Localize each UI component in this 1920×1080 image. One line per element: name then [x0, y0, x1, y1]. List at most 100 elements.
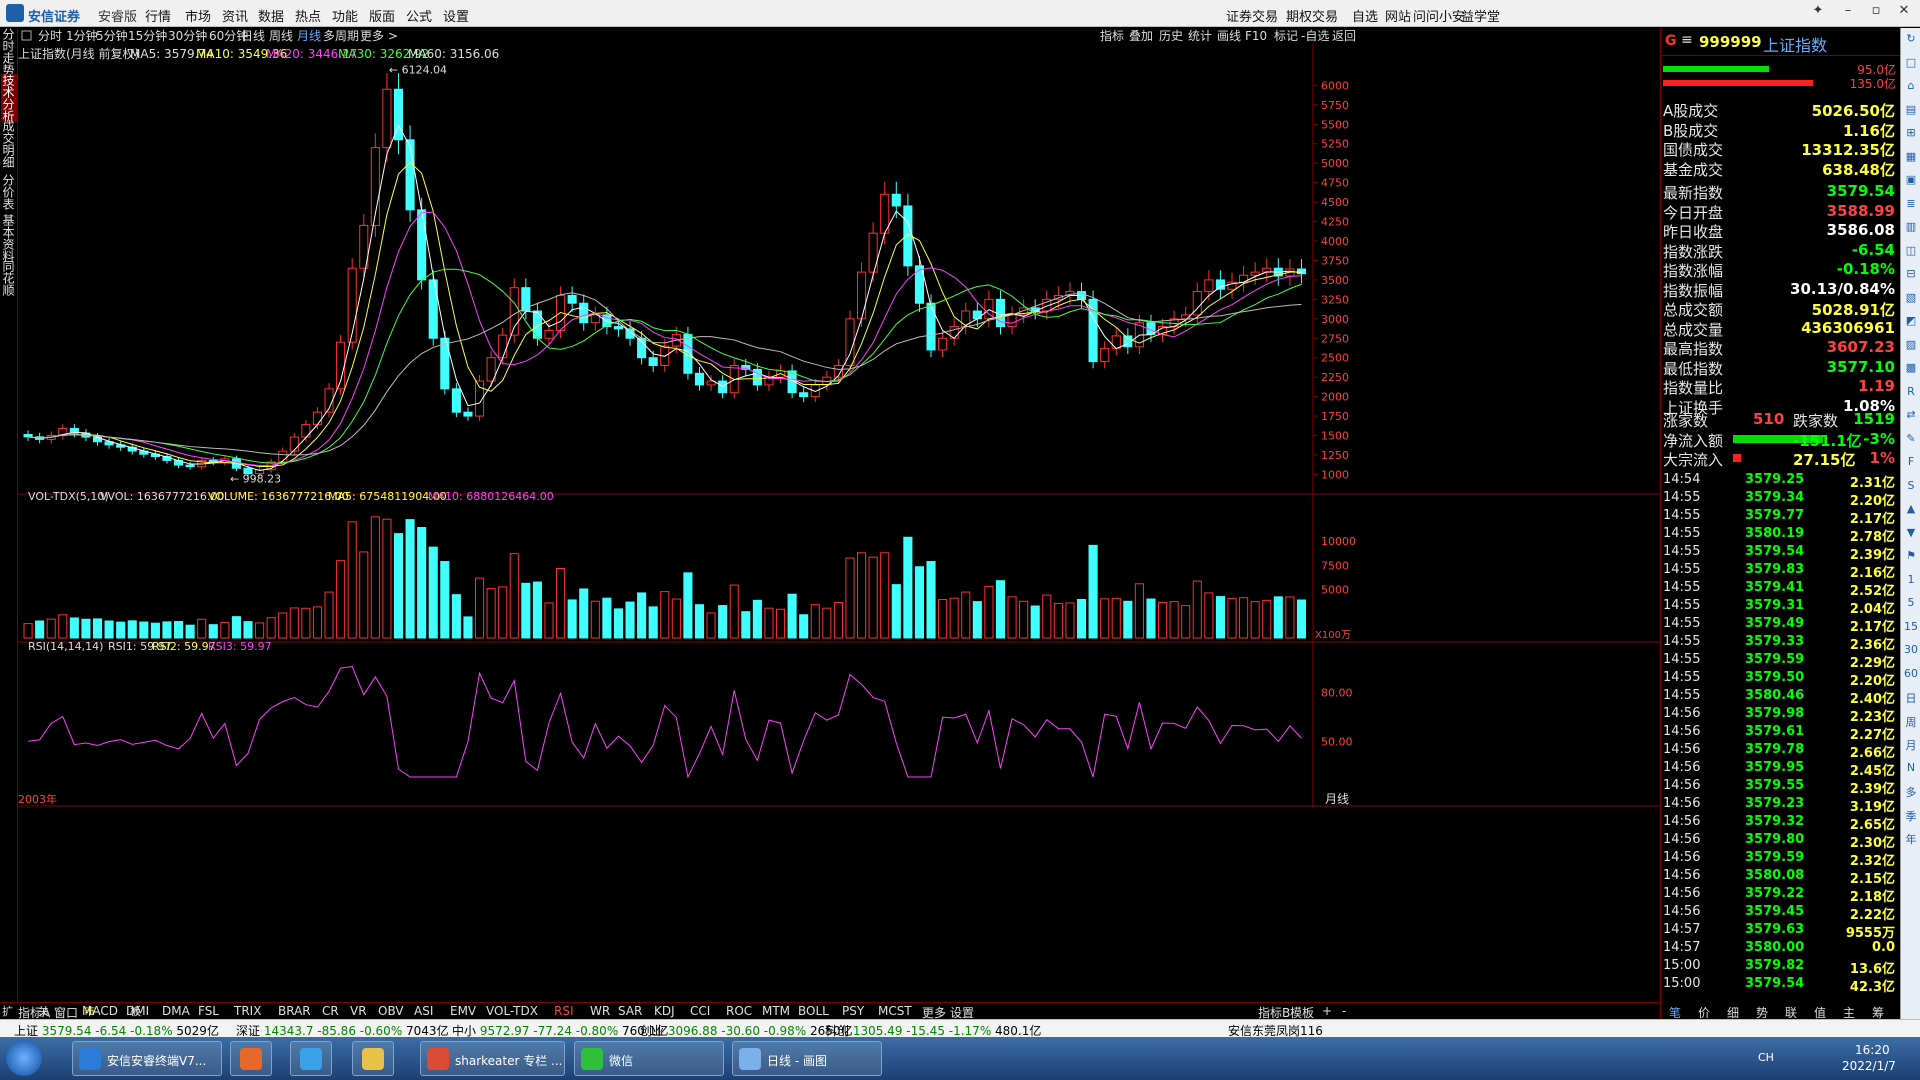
volume-bar[interactable]: [833, 602, 843, 639]
volume-bar[interactable]: [810, 604, 820, 639]
taskbar-task[interactable]: sharkeater 专栏 ...: [420, 1041, 565, 1076]
top-menu-item[interactable]: 热点: [295, 6, 321, 25]
period-tab[interactable]: 日线: [241, 29, 265, 43]
volume-bar[interactable]: [961, 591, 971, 639]
period-tab[interactable]: 周线: [269, 29, 293, 43]
indicator-tab[interactable]: ASI: [414, 1004, 433, 1018]
candle-body[interactable]: [694, 372, 705, 386]
toolstrip-icon[interactable]: ▲: [1903, 502, 1919, 518]
volume-bar[interactable]: [625, 601, 635, 639]
period-tab[interactable]: 更多 >: [360, 29, 398, 43]
indicator-tab[interactable]: VOL-TDX: [486, 1004, 538, 1018]
volume-bar[interactable]: [914, 566, 925, 639]
indicator-tab[interactable]: PSY: [842, 1004, 864, 1018]
candle-body[interactable]: [312, 411, 323, 426]
volume-bar[interactable]: [544, 602, 554, 639]
pin-icon[interactable]: ✦: [1808, 3, 1828, 23]
toolstrip-icon[interactable]: ▨: [1903, 338, 1919, 354]
candle-body[interactable]: [926, 302, 936, 351]
candle-body[interactable]: [1215, 279, 1225, 290]
volume-bar[interactable]: [868, 556, 878, 639]
volume-bar[interactable]: [104, 620, 114, 639]
candle-body[interactable]: [1007, 314, 1017, 328]
volume-bar[interactable]: [1227, 597, 1237, 639]
volume-bar[interactable]: [185, 624, 195, 639]
toolstrip-icon[interactable]: ▩: [1903, 361, 1919, 377]
volume-bar[interactable]: [926, 561, 936, 639]
candle-body[interactable]: [579, 302, 589, 324]
top-menu-item[interactable]: 公式: [406, 6, 432, 25]
volume-bar[interactable]: [1007, 596, 1017, 639]
volume-bar[interactable]: [1088, 544, 1098, 639]
volume-bar[interactable]: [324, 591, 334, 639]
maximize-icon[interactable]: ▫: [1866, 3, 1886, 23]
volume-bar[interactable]: [602, 597, 612, 639]
candle-body[interactable]: [938, 337, 948, 351]
volume-bar[interactable]: [1273, 596, 1283, 639]
volume-bar[interactable]: [127, 620, 137, 639]
toolstrip-icon[interactable]: ✎: [1903, 432, 1919, 448]
volume-bar[interactable]: [243, 621, 253, 639]
chart-tool-button[interactable]: 返回: [1332, 29, 1356, 43]
volume-bar[interactable]: [972, 601, 982, 639]
candle-body[interactable]: [498, 334, 508, 359]
top-right-menu-item[interactable]: 问问小安: [1413, 6, 1465, 25]
volume-bar[interactable]: [1042, 594, 1052, 639]
volume-bar[interactable]: [81, 618, 91, 639]
toolstrip-icon[interactable]: ▧: [1903, 291, 1919, 307]
volume-bar[interactable]: [1100, 598, 1110, 639]
volume-bar[interactable]: [787, 593, 797, 639]
toolstrip-icon[interactable]: ◫: [1903, 244, 1919, 260]
period-tab[interactable]: 5分钟: [96, 28, 128, 43]
chart-tool-button[interactable]: 标记: [1274, 29, 1298, 43]
volume-bar[interactable]: [1296, 599, 1307, 639]
volume-bar[interactable]: [220, 622, 230, 639]
chart-tool-button[interactable]: -自选: [1301, 29, 1329, 43]
toolstrip-icon[interactable]: F: [1903, 455, 1919, 471]
volume-bar[interactable]: [1111, 597, 1121, 639]
indicator-tab[interactable]: CCI: [690, 1004, 710, 1018]
volume-bar[interactable]: [764, 607, 774, 639]
volume-bar[interactable]: [1019, 600, 1029, 639]
left-nav-item[interactable]: 技术分析: [1, 74, 17, 122]
toolstrip-icon[interactable]: 1: [1903, 573, 1919, 589]
toolstrip-icon[interactable]: ◩: [1903, 314, 1919, 330]
volume-bar[interactable]: [301, 607, 311, 639]
volume-bar[interactable]: [845, 557, 855, 639]
period-tab[interactable]: 1分钟: [66, 28, 98, 43]
volume-bar[interactable]: [532, 581, 542, 639]
toolstrip-icon[interactable]: ▤: [1903, 103, 1919, 119]
volume-bar[interactable]: [579, 588, 589, 639]
candle-body[interactable]: [417, 209, 427, 281]
period-tab[interactable]: 多周期: [323, 29, 359, 43]
volume-bar[interactable]: [255, 622, 265, 639]
volume-bar[interactable]: [463, 616, 473, 639]
chart-tool-button[interactable]: 统计: [1188, 29, 1212, 43]
volume-bar[interactable]: [208, 624, 218, 639]
period-tab[interactable]: 15分钟: [128, 28, 167, 43]
candle-body[interactable]: [857, 271, 867, 320]
chart-tool-button[interactable]: 画线: [1217, 29, 1241, 43]
top-menu-item[interactable]: 资讯: [222, 6, 248, 25]
volume-bar[interactable]: [92, 618, 103, 639]
toolstrip-icon[interactable]: R: [1903, 385, 1919, 401]
toolstrip-icon[interactable]: 5: [1903, 596, 1919, 612]
volume-bar[interactable]: [498, 586, 508, 639]
toolstrip-icon[interactable]: 多: [1903, 784, 1919, 800]
volume-bar[interactable]: [694, 604, 705, 639]
left-nav-item[interactable]: 基本资料: [1, 214, 17, 262]
volume-bar[interactable]: [35, 620, 45, 639]
volume-bar[interactable]: [1192, 580, 1202, 639]
volume-bar[interactable]: [671, 598, 681, 639]
indicator-tab[interactable]: VR: [350, 1004, 367, 1018]
volume-bar[interactable]: [150, 622, 160, 639]
volume-bar[interactable]: [289, 607, 299, 639]
candle-body[interactable]: [1250, 271, 1260, 276]
taskbar-task[interactable]: 日线 - 画图: [732, 1041, 882, 1076]
volume-bar[interactable]: [23, 623, 33, 639]
minimize-icon[interactable]: –: [1838, 3, 1858, 23]
menu-icon[interactable]: ≡: [1681, 32, 1693, 48]
volume-bar[interactable]: [370, 516, 380, 639]
volume-bar[interactable]: [637, 592, 647, 639]
candle-body[interactable]: [185, 464, 195, 468]
